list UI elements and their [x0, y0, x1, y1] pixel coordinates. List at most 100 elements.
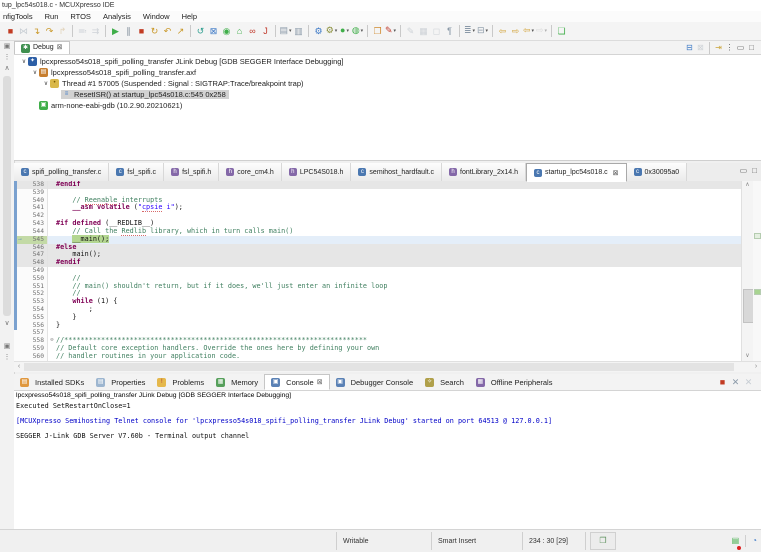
line-number[interactable]: 548 [14, 259, 48, 267]
tab-console[interactable]: ▣ Console ⊠ [264, 374, 330, 390]
line-number[interactable]: 546 [14, 243, 48, 252]
open-resource-icon[interactable]: ❐ [371, 24, 384, 39]
horizontal-scrollbar[interactable]: ‹ › [14, 361, 761, 372]
tab-debugger-console[interactable]: ▣ Debugger Console [330, 374, 420, 390]
scroll-down-icon[interactable]: ∨ [742, 352, 753, 361]
tree-row-debug-program[interactable]: ∨ ▤ lpcxpresso54s018_spifi_polling_transfe… [14, 67, 761, 78]
tree-row-debug-thread[interactable]: ∨ • Thread #1 57005 (Suspended : Signal : … [14, 78, 761, 89]
menu-window[interactable]: Window [143, 11, 170, 22]
remove-all-terminated-icon[interactable]: ⊠ [695, 42, 706, 54]
move-to-line-icon[interactable]: ⇉ [89, 24, 102, 39]
maximize-view-icon[interactable]: □ [746, 42, 757, 54]
tab-offline-peripherals[interactable]: ▦ Offline Peripherals [470, 374, 559, 390]
hierarchy-icon[interactable]: ⊟▾ [476, 23, 489, 39]
scroll-up-icon[interactable]: ∧ [0, 63, 14, 74]
restore-view-icon[interactable]: ▣ [0, 41, 14, 52]
link-with-editor-icon[interactable]: ✎▾ [384, 23, 397, 39]
menu-help[interactable]: Help [182, 11, 197, 22]
expander-chevron-icon[interactable]: ∨ [42, 80, 50, 87]
editor-tab-spifi-polling-transfer-c[interactable]: c spifi_polling_transfer.c [14, 163, 110, 181]
line-number[interactable]: 558 [14, 337, 48, 346]
expander-chevron-icon[interactable]: ∨ [31, 69, 39, 76]
remove-all-launches-icon[interactable]: ✕ [742, 375, 755, 390]
code-editor[interactable]: 538 #endif 539 540 // Reenable interrupts 54… [14, 181, 761, 361]
line-number[interactable]: 554 [14, 306, 48, 314]
editor-tab-0x30095a0[interactable]: c 0x30095a0 [626, 163, 688, 181]
tab-memory[interactable]: ▦ Memory [210, 374, 264, 390]
line-number[interactable]: 540 [14, 196, 48, 205]
tree-row-gdb-process[interactable]: ▣ arm-none-eabi-gdb (10.2.90.20210621) [14, 100, 761, 111]
line-number[interactable]: 552 [14, 290, 48, 299]
line-number[interactable]: 542 [14, 212, 48, 221]
overview-mark[interactable] [754, 289, 761, 295]
menu-run[interactable]: Run [45, 11, 59, 22]
layers-icon[interactable]: ▤▾ [279, 23, 292, 39]
back-history-icon[interactable]: ⇦▾ [522, 23, 535, 39]
editor-tab-startup-lpc54s018-c[interactable]: c startup_lpc54s018.c ⊠ [526, 163, 627, 182]
line-number[interactable]: 560 [14, 352, 48, 361]
step-return-icon[interactable]: ↱ [56, 24, 69, 39]
line-number[interactable]: 553 [14, 298, 48, 306]
instruction-stepping-icon[interactable]: ≕ [76, 24, 89, 39]
run-icon[interactable]: ●▾ [338, 23, 351, 39]
link-icon[interactable]: ∞ [246, 24, 259, 39]
minimize-view-icon[interactable]: ▭ [735, 42, 746, 54]
tab-properties[interactable]: ▤ Properties [90, 374, 151, 390]
resume-icon[interactable]: ▶ [109, 24, 122, 39]
line-number[interactable]: 551 [14, 282, 48, 291]
block-selection-icon[interactable]: ◻ [430, 24, 443, 39]
close-icon[interactable]: ⊠ [57, 42, 63, 54]
last-edit-location-icon[interactable]: ❏ [555, 24, 568, 39]
line-number[interactable]: 547 [14, 251, 48, 260]
line-number[interactable]: 544 [14, 227, 48, 236]
line-number[interactable]: 556 [14, 321, 48, 330]
scroll-up-icon[interactable]: ∧ [742, 181, 753, 190]
sdk-stack-icon[interactable]: ▤ [732, 533, 742, 550]
tree-row-stack-frame[interactable]: ≡ ResetISR() at startup_lpc54s018.c:545 0… [14, 89, 761, 100]
overview-ruler[interactable] [753, 181, 761, 361]
refresh-icon[interactable]: ↺ [194, 24, 207, 39]
editor-minimize-icon[interactable]: ▭ [740, 166, 748, 175]
menu-analysis[interactable]: Analysis [103, 11, 131, 22]
editor-tab-lpc54s018-h[interactable]: h LPC54S018.h [281, 163, 352, 181]
trim-handle-bottom-icon[interactable]: ⋮ [0, 352, 14, 363]
editor-tab-fontlibrary-2x14-h[interactable]: h fontLibrary_2x14.h [442, 163, 526, 181]
terminate-icon[interactable]: ■ [4, 24, 17, 39]
restore-bottom-view-icon[interactable]: ▣ [0, 341, 14, 352]
editor-tab-core-cm4-h[interactable]: h core_cm4.h [219, 163, 282, 181]
scroll-down-icon[interactable]: ∨ [0, 318, 14, 329]
build-icon[interactable]: ⚙▾ [325, 23, 338, 39]
settings-icon[interactable]: ⚙ [312, 24, 325, 39]
remove-console-icon[interactable]: ▥ [292, 24, 305, 39]
scrollbar-thumb[interactable] [24, 363, 734, 371]
back-icon[interactable]: ⇦ [496, 24, 509, 39]
close-icon[interactable]: ⊠ [613, 169, 619, 177]
step-into-icon[interactable]: ↴ [30, 24, 43, 39]
reset-icon[interactable]: ↶ [161, 24, 174, 39]
stop-icon[interactable]: ■ [135, 24, 148, 39]
remove-launch-icon[interactable]: ✕ [729, 375, 742, 390]
forward-icon[interactable]: ⇨ [509, 24, 522, 39]
home-icon[interactable]: ⌂ [233, 24, 246, 39]
expander-chevron-icon[interactable]: ∨ [20, 58, 28, 65]
menu-nfigtools[interactable]: nfigTools [3, 11, 33, 22]
view-menu-icon[interactable]: ⋮ [724, 42, 735, 54]
tab-search[interactable]: ✧ Search [419, 374, 470, 390]
fold-collapse-icon[interactable]: ⊖ [48, 337, 56, 345]
world-icon[interactable]: ◉ [220, 24, 233, 39]
format-icon[interactable]: ✎ [404, 24, 417, 39]
progress-icon[interactable]: ◔ [752, 533, 757, 549]
suspend-icon[interactable]: ∥ [122, 24, 135, 39]
debug-launch-icon[interactable]: ◍▾ [351, 23, 364, 39]
tab-installed-sdks[interactable]: ▤ Installed SDKs [14, 374, 90, 390]
tab-problems[interactable]: ! Problems [151, 374, 210, 390]
line-number[interactable]: 543 [14, 220, 48, 228]
scroll-left-icon[interactable]: ‹ [14, 362, 24, 372]
jlink-icon[interactable]: J [259, 24, 272, 39]
console-output[interactable]: Executed SetRestartOnClose=1 [MCUXpresso… [14, 401, 761, 441]
focus-on-stack-icon[interactable]: ⇥ [713, 42, 724, 54]
menu-rtos[interactable]: RTOS [70, 11, 91, 22]
close-icon[interactable]: ⊠ [317, 378, 323, 386]
open-console-button[interactable]: ❐ [590, 532, 616, 550]
line-number[interactable]: 538 [14, 181, 48, 189]
